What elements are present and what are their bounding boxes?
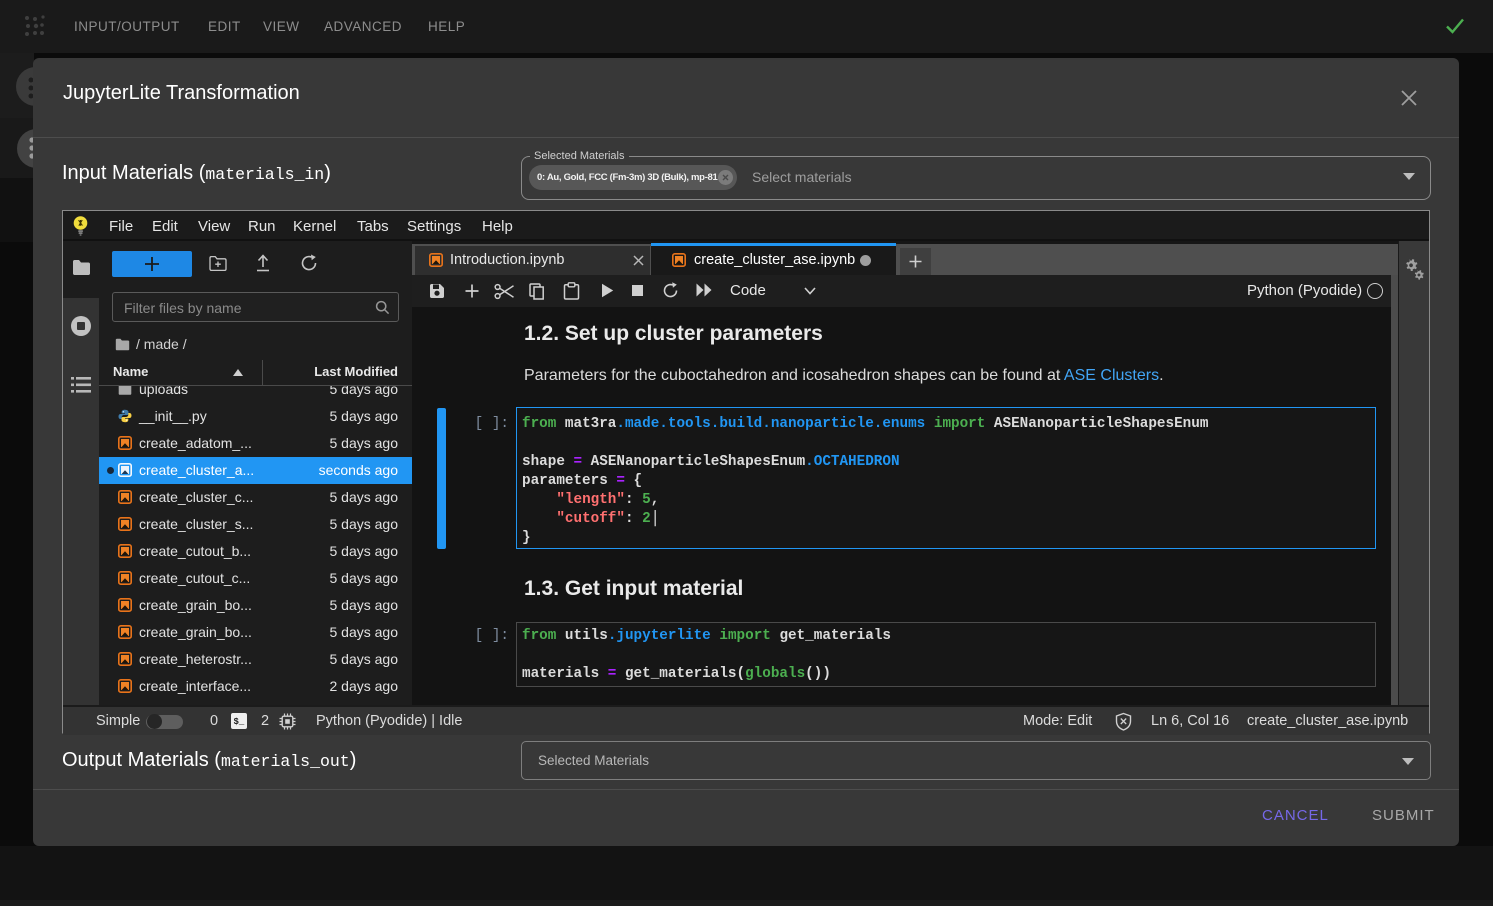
svg-text:$_: $_ — [234, 717, 245, 727]
